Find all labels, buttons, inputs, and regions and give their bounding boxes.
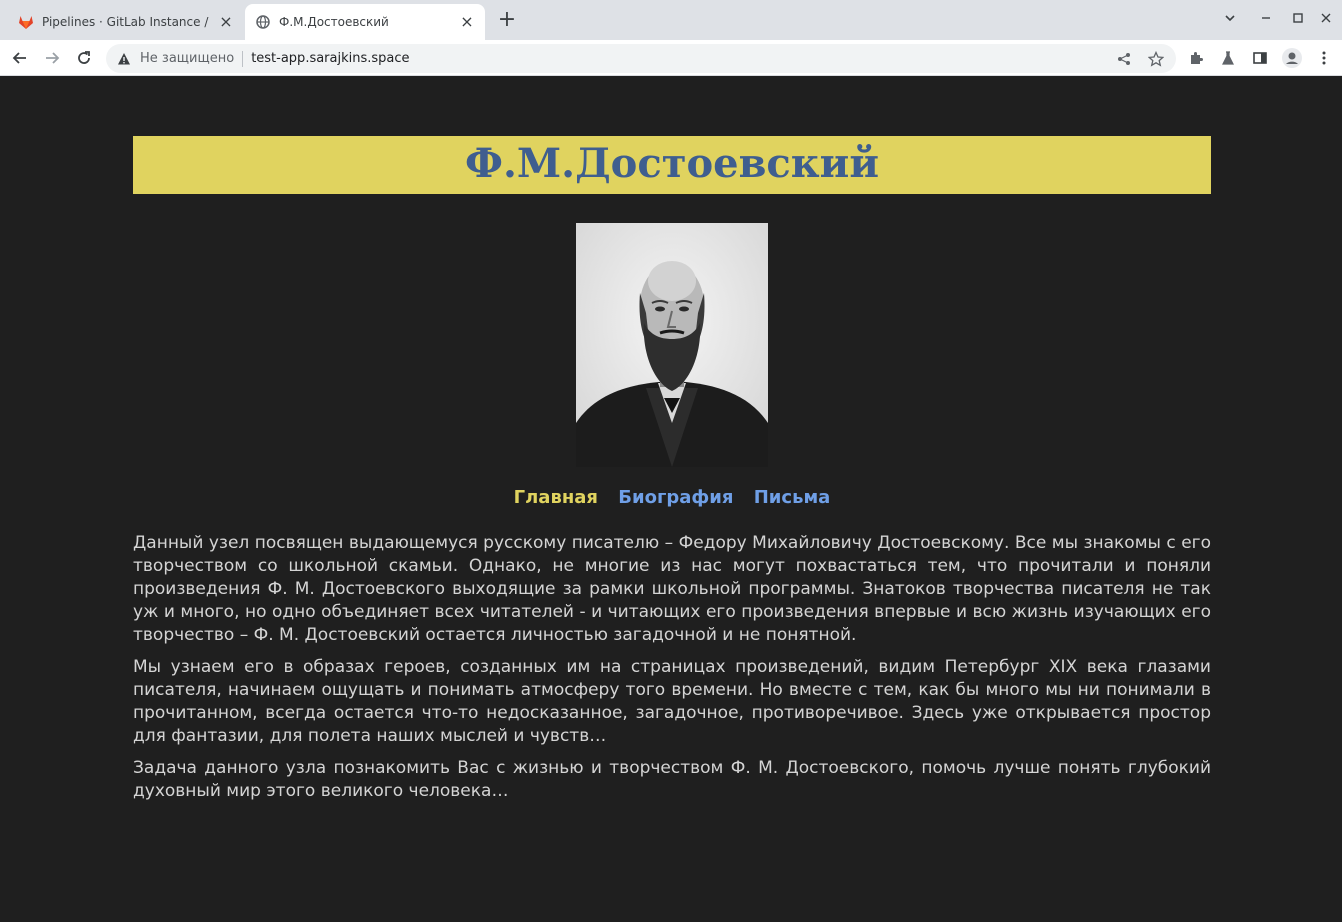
security-status[interactable]: Не защищено [140,51,234,66]
paragraph: Задача данного узла познакомить Вас с жи… [133,758,1211,801]
header-banner: Ф.М.Достоевский [133,136,1211,194]
paragraph: Мы узнаем его в образах героев, созданны… [133,657,1211,746]
extensions-puzzle-icon[interactable] [1184,46,1208,70]
maximize-icon[interactable] [1286,8,1310,32]
nav-biography-link[interactable]: Биография [618,487,733,508]
gitlab-icon [18,14,34,30]
nav-home-link[interactable]: Главная [514,487,598,508]
page-title: Ф.М.Достоевский [465,140,879,187]
intro-text: Данный узел посвящен выдающемуся русском… [133,532,1211,812]
main-nav: Главная Биография Письма [133,487,1211,508]
tab-bar: Pipelines · GitLab Instance / myap × Ф.М… [0,0,1342,40]
forward-arrow-icon[interactable] [40,46,64,70]
globe-icon [255,14,271,30]
labs-flask-icon[interactable] [1216,46,1240,70]
tab-gitlab-pipelines[interactable]: Pipelines · GitLab Instance / myap × [8,4,244,40]
paragraph: Данный узел посвящен выдающемуся русском… [133,533,1211,645]
address-bar[interactable]: Не защищено test-app.sarajkins.space [106,44,1176,73]
close-window-icon[interactable] [1314,8,1338,32]
divider [242,50,244,67]
close-icon[interactable]: × [218,14,234,30]
browser-toolbar: Не защищено test-app.sarajkins.space [0,40,1342,76]
minimize-icon[interactable] [1254,8,1278,32]
chevron-down-icon[interactable] [1218,8,1242,32]
tab-title: Pipelines · GitLab Instance / myap [42,15,212,29]
bookmark-star-icon[interactable] [1144,47,1168,71]
profile-avatar-icon[interactable] [1280,46,1304,70]
tab-title: Ф.М.Достоевский [279,15,389,29]
reload-icon[interactable] [72,46,96,70]
warning-icon[interactable] [116,51,132,67]
share-icon[interactable] [1112,47,1136,71]
page-content: Ф.М.Достоевский Главная Биография Письма… [0,77,1342,922]
url-text[interactable]: test-app.sarajkins.space [251,51,1112,66]
back-arrow-icon[interactable] [8,46,32,70]
tab-dostoevsky[interactable]: Ф.М.Достоевский × [245,4,485,40]
close-icon[interactable]: × [459,14,475,30]
menu-kebab-icon[interactable] [1312,46,1336,70]
author-portrait [576,223,768,467]
nav-letters-link[interactable]: Письма [754,487,831,508]
new-tab-plus-icon[interactable]: + [496,9,518,32]
side-panel-icon[interactable] [1248,46,1272,70]
